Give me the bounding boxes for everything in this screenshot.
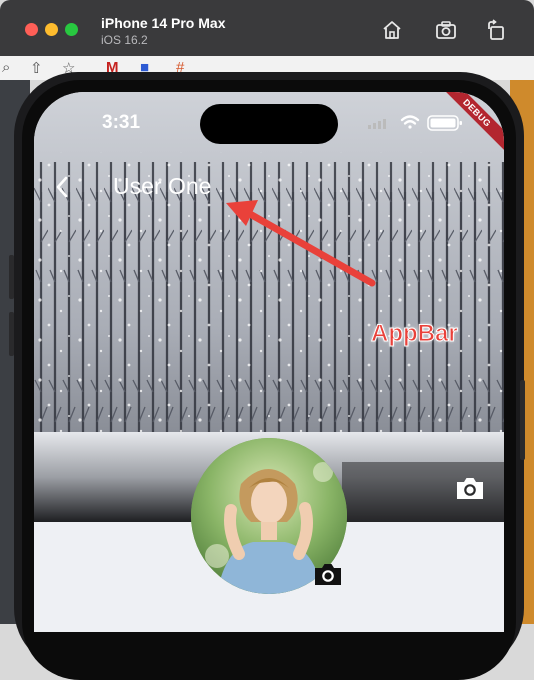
volume-up-button (9, 255, 14, 299)
zoom-window-button[interactable] (65, 23, 78, 36)
rotate-icon[interactable] (484, 18, 508, 42)
cellular-icon (368, 119, 386, 129)
minimize-window-button[interactable] (45, 23, 58, 36)
volume-down-button (9, 312, 14, 356)
device-name: iPhone 14 Pro Max (101, 15, 226, 31)
share-icon: ⇧ (30, 60, 43, 77)
power-button (520, 380, 525, 460)
os-version: iOS 16.2 (101, 33, 148, 47)
camera-icon[interactable] (312, 560, 344, 588)
camera-icon[interactable] (454, 474, 486, 502)
annotation-label: AppBar (371, 320, 459, 348)
close-window-button[interactable] (25, 23, 38, 36)
status-time: 3:31 (102, 112, 141, 133)
status-icons (368, 115, 462, 131)
battery-icon (427, 115, 462, 131)
wifi-icon (400, 115, 420, 129)
dynamic-island (200, 104, 338, 144)
home-icon[interactable] (380, 18, 404, 42)
search-icon: ⌕ (2, 59, 11, 76)
screenshot-icon[interactable] (434, 18, 458, 42)
phone-screen: 3:31 DEBUG User One (34, 92, 504, 632)
app-bar-title: User One (113, 173, 212, 199)
chevron-left-icon[interactable] (50, 174, 76, 200)
simulator-title-bar: iPhone 14 Pro Max iOS 16.2 (0, 0, 534, 62)
